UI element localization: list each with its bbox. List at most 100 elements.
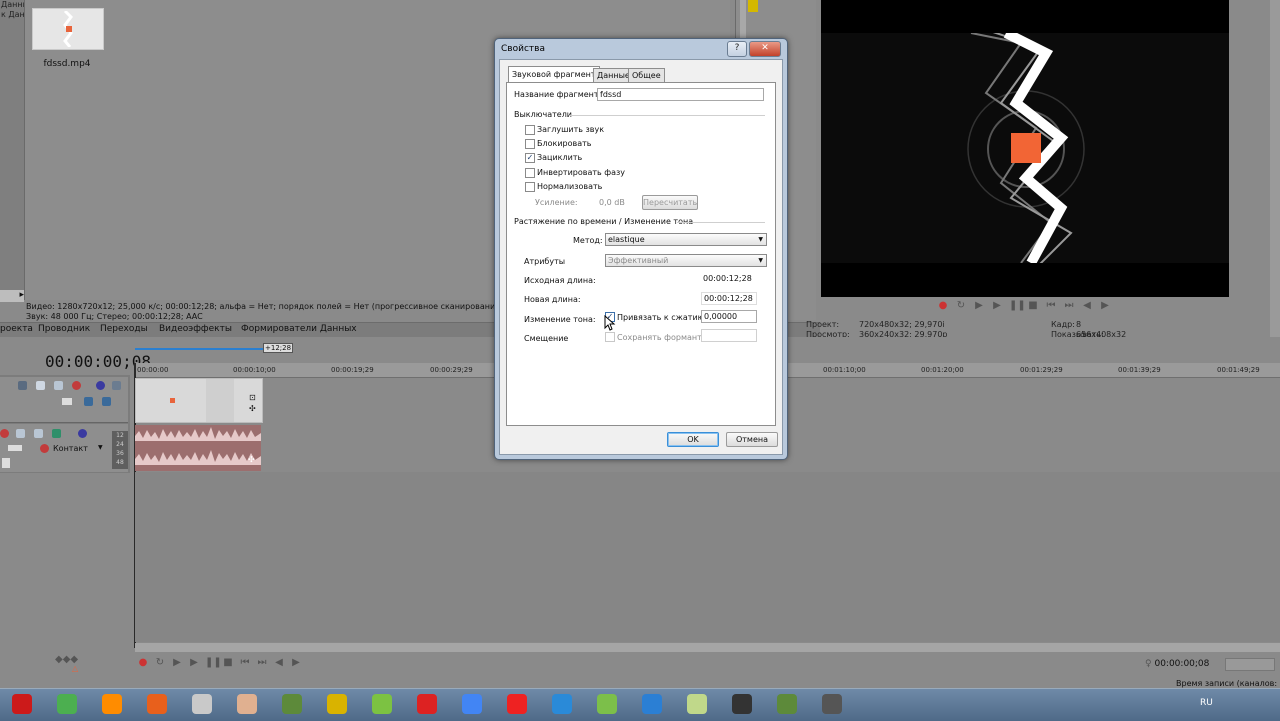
timeline-horizontal-scrollbar[interactable] (135, 643, 1280, 652)
volume-slider-icon[interactable] (8, 445, 22, 451)
record-icon[interactable]: ● (937, 300, 949, 312)
console-taskbar-button[interactable] (724, 691, 760, 717)
yandex-browser-taskbar-button[interactable] (409, 691, 445, 717)
expand-track-icon[interactable] (18, 381, 27, 390)
prev-icon[interactable]: ⏮ (239, 657, 251, 669)
record-icon[interactable]: ● (137, 657, 149, 669)
yandex-taskbar-button[interactable] (499, 691, 535, 717)
new-length-field[interactable]: 00:00:12;28 (701, 292, 757, 305)
app-taskbar-button[interactable] (184, 691, 220, 717)
normalize-checkbox[interactable] (525, 182, 535, 192)
video-clip[interactable]: ⊡ ✣ (135, 378, 263, 423)
invert-phase-checkbox[interactable] (525, 168, 535, 178)
audio-clip[interactable]: ✣ (135, 425, 261, 471)
audio-bus-icon[interactable] (52, 429, 61, 438)
mute-checkbox[interactable] (525, 125, 535, 135)
ok-button[interactable]: OK (667, 432, 719, 447)
crop-icon[interactable]: ⊡ (249, 393, 256, 402)
audio-mode-icon[interactable] (40, 444, 49, 453)
server-taskbar-button[interactable] (814, 691, 850, 717)
envelope-icon[interactable] (102, 397, 111, 406)
composite-mode-icon[interactable] (54, 381, 63, 390)
cake-taskbar-button[interactable] (229, 691, 265, 717)
recalculate-button[interactable]: Пересчитать (642, 195, 698, 210)
orb-taskbar-button[interactable] (364, 691, 400, 717)
minecraft2-taskbar-button[interactable] (769, 691, 805, 717)
tab-transitions[interactable]: Переходы (100, 324, 148, 334)
frame-forward-icon[interactable]: ▶ (290, 657, 302, 669)
bluestacks-taskbar-button[interactable] (589, 691, 625, 717)
lock-checkbox[interactable] (525, 139, 535, 149)
middle-scrollbar[interactable] (740, 0, 746, 40)
media-thumbnail[interactable] (32, 8, 104, 50)
opera-taskbar-button[interactable] (4, 691, 40, 717)
close-button[interactable]: ✕ (749, 41, 781, 57)
frame-back-icon[interactable]: ◀ (273, 657, 285, 669)
pitch-value-field[interactable]: 0,00000 (701, 310, 757, 323)
time-field[interactable] (1225, 658, 1275, 671)
pause-icon[interactable]: ❚❚ (205, 657, 222, 669)
minecraft-taskbar-button[interactable] (274, 691, 310, 717)
frame-forward-icon[interactable]: ▶ (1099, 300, 1111, 312)
offset-field[interactable] (701, 329, 757, 342)
prev-icon[interactable]: ⏮ (1045, 300, 1057, 312)
loop-region-bar[interactable] (135, 348, 263, 350)
loop-checkbox[interactable]: ✓ (525, 153, 535, 163)
arrow-taskbar-button[interactable] (634, 691, 670, 717)
frame-back-icon[interactable]: ◀ (1081, 300, 1093, 312)
tab-media-generators[interactable]: Формирователи Данных (241, 324, 357, 334)
firefox-taskbar-button[interactable] (139, 691, 175, 717)
method-select[interactable]: elastique ▼ (605, 233, 767, 246)
video-track-header[interactable] (0, 377, 128, 423)
level-slider-icon[interactable] (62, 398, 72, 405)
solo-icon[interactable] (96, 381, 105, 390)
attributes-select[interactable]: Эффективный ▼ (605, 254, 767, 267)
help-button[interactable]: ? (727, 41, 747, 57)
chevron-down-icon[interactable]: ▼ (98, 444, 103, 451)
name-field[interactable]: fdssd (597, 88, 764, 101)
vegas-taskbar-button[interactable] (319, 691, 355, 717)
next-icon[interactable]: ⏭ (256, 657, 268, 669)
tab-general[interactable]: Общее (628, 68, 665, 82)
tab-explorer[interactable]: Проводник (38, 324, 90, 334)
vlc-taskbar-button[interactable] (94, 691, 130, 717)
audio-fx-clip-icon[interactable]: ✣ (248, 455, 255, 464)
arm-record-icon[interactable] (0, 429, 9, 438)
tab-video-effects[interactable]: Видеоэффекты (159, 324, 232, 334)
track-fx-icon[interactable] (72, 381, 81, 390)
utorrent-taskbar-button[interactable] (49, 691, 85, 717)
preserve-formant-checkbox[interactable] (605, 332, 615, 342)
chrome-taskbar-button[interactable] (454, 691, 490, 717)
media-file-name[interactable]: fdssd.mp4 (32, 59, 102, 69)
tab-audio-event[interactable]: Звуковой фрагмент (508, 66, 600, 82)
stop-icon[interactable]: ■ (222, 657, 234, 669)
sound-taskbar-button[interactable] (544, 691, 580, 717)
mute-track-icon[interactable] (36, 381, 45, 390)
audio-solo-icon[interactable] (78, 429, 87, 438)
media-scroll-arrow[interactable]: ▸ (0, 290, 24, 302)
cancel-button[interactable]: Отмена (726, 432, 778, 447)
fx-icon[interactable]: ✣ (249, 404, 256, 413)
loop-icon[interactable]: ↻ (154, 657, 166, 669)
play-icon[interactable]: ▶ (188, 657, 200, 669)
zoom-control-icon[interactable]: ◆◆◆ △ (55, 654, 85, 673)
play-from-start-icon[interactable]: ▶ (171, 657, 183, 669)
lock-icon[interactable] (84, 397, 93, 406)
language-indicator[interactable]: RU (1200, 698, 1213, 708)
audio-track-header[interactable]: Контакт ▼ (0, 424, 128, 472)
pause-icon[interactable]: ❚❚ (1009, 300, 1026, 312)
audio-mute-icon[interactable] (16, 429, 25, 438)
audio-fx-icon[interactable] (34, 429, 43, 438)
loop-icon[interactable]: ↻ (955, 300, 967, 312)
pan-slider-icon[interactable] (2, 458, 10, 468)
audio-mode-label[interactable]: Контакт (53, 444, 88, 453)
timeline-empty-space[interactable] (135, 472, 1280, 642)
next-icon[interactable]: ⏭ (1063, 300, 1075, 312)
stop-icon[interactable]: ■ (1027, 300, 1039, 312)
tab-project-media[interactable]: роекта (0, 324, 33, 334)
track-motion-icon[interactable] (112, 381, 121, 390)
play-from-start-icon[interactable]: ▶ (973, 300, 985, 312)
right-scrollbar[interactable] (1270, 0, 1280, 340)
notepad-taskbar-button[interactable] (679, 691, 715, 717)
play-icon[interactable]: ▶ (991, 300, 1003, 312)
